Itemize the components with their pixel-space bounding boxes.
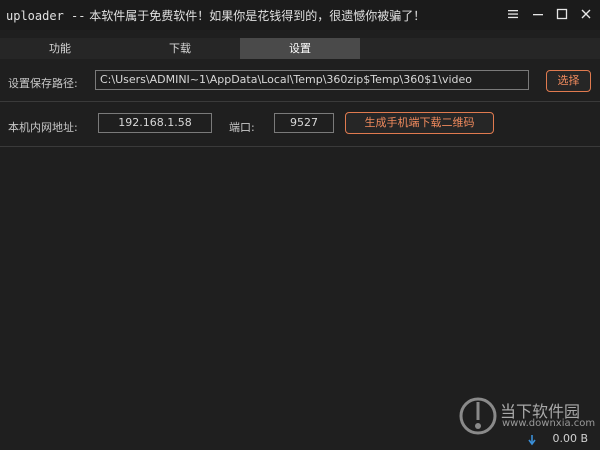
ip-label: 本机内网地址: <box>8 121 78 134</box>
app-name: uploader -- <box>6 9 86 23</box>
download-arrow-icon <box>528 435 536 446</box>
save-path-field[interactable]: C:\Users\ADMINI~1\AppData\Local\Temp\360… <box>95 70 529 90</box>
port-label: 端口: <box>229 121 255 134</box>
minimize-icon[interactable] <box>527 4 549 24</box>
generate-qr-button[interactable]: 生成手机端下载二维码 <box>345 112 494 134</box>
tab-bar: 功能 下载 设置 <box>0 38 600 59</box>
watermark-url: www.downxia.com <box>502 418 596 429</box>
divider <box>0 101 600 102</box>
window-title: uploader -- 本软件属于免费软件！如果你是花钱得到的，很遗憾你被骗了！ <box>6 7 425 24</box>
title-bar: uploader -- 本软件属于免费软件！如果你是花钱得到的，很遗憾你被骗了！ <box>0 0 600 30</box>
tab-function[interactable]: 功能 <box>0 38 120 59</box>
title-message: 本软件属于免费软件！如果你是花钱得到的，很遗憾你被骗了！ <box>85 9 426 23</box>
ip-field[interactable]: 192.168.1.58 <box>98 113 212 133</box>
port-field[interactable]: 9527 <box>274 113 334 133</box>
tab-settings[interactable]: 设置 <box>240 38 360 59</box>
save-path-label: 设置保存路径: <box>8 77 78 90</box>
choose-button[interactable]: 选择 <box>546 70 591 92</box>
close-icon[interactable] <box>575 4 597 24</box>
maximize-icon[interactable] <box>551 4 573 24</box>
tab-download[interactable]: 下载 <box>120 38 240 59</box>
menu-icon[interactable] <box>502 4 524 24</box>
watermark-logo-icon <box>459 397 497 435</box>
divider <box>0 146 600 147</box>
transfer-size: 0.00 B <box>552 432 588 445</box>
